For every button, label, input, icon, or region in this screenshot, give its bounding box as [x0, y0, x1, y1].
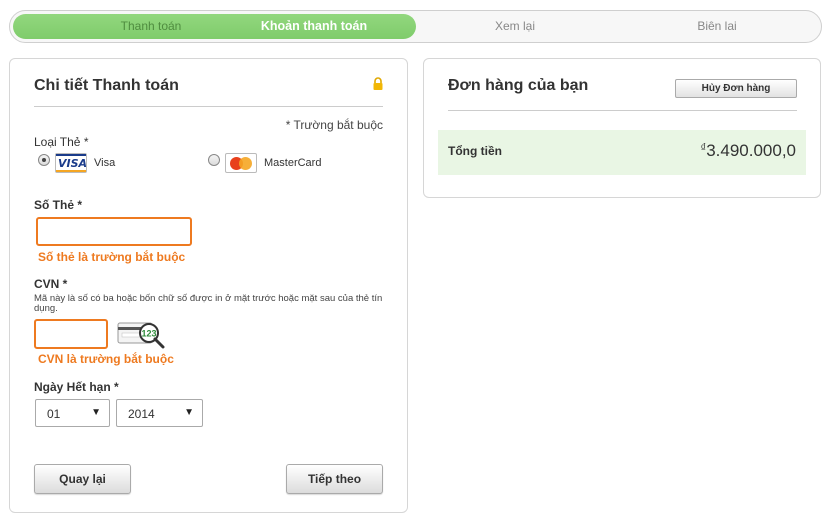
card-number-label: Số Thẻ *	[34, 198, 83, 212]
expiry-year-select[interactable]: 2014 ▼	[116, 399, 203, 427]
expiry-year-value: 2014	[128, 407, 155, 421]
cvn-label: CVN *	[34, 277, 68, 291]
payment-details-panel: Chi tiết Thanh toán * Trường bắt buộc Lo…	[9, 58, 408, 513]
order-summary-panel: Đơn hàng của bạn Hủy Đơn hàng Tổng tiền …	[423, 58, 821, 198]
cvn-error: CVN là trường bắt buộc	[38, 352, 174, 366]
lock-icon	[373, 77, 383, 90]
payment-details-title: Chi tiết Thanh toán	[34, 77, 179, 94]
next-button[interactable]: Tiếp theo	[286, 464, 383, 494]
visa-radio[interactable]	[38, 154, 50, 166]
card-number-error: Số thẻ là trường bắt buộc	[38, 250, 186, 264]
mastercard-logo	[225, 153, 257, 173]
cancel-order-button[interactable]: Hủy Đơn hàng	[675, 79, 797, 98]
order-divider	[448, 110, 797, 111]
card-number-input[interactable]	[36, 217, 192, 246]
expiry-month-select[interactable]: 01 ▼	[35, 399, 110, 427]
cvn-card-magnifier-icon: 123	[117, 322, 165, 349]
step-khoan-thanh-toan: Khoản thanh toán	[260, 19, 368, 33]
mastercard-radio[interactable]	[208, 154, 220, 166]
dropdown-arrow-icon: ▼	[184, 407, 194, 418]
checkout-stepper: Thanh toán Khoản thanh toán Xem lại Biên…	[9, 10, 822, 43]
visa-label[interactable]: Visa	[94, 157, 115, 169]
dropdown-arrow-icon: ▼	[91, 407, 101, 418]
total-label: Tổng tiền	[448, 144, 502, 158]
required-note: * Trường bắt buộc	[285, 118, 383, 132]
back-button[interactable]: Quay lại	[34, 464, 131, 494]
mastercard-label[interactable]: MasterCard	[264, 157, 321, 169]
total-amount: 3.490.000,0	[706, 141, 796, 160]
total-row: Tổng tiền ₫3.490.000,0	[438, 130, 806, 175]
title-divider	[34, 106, 383, 107]
expiry-month-value: 01	[47, 407, 61, 421]
cvn-hint: Mã này là số có ba hoặc bốn chữ số được …	[34, 293, 383, 314]
order-title: Đơn hàng của bạn	[448, 77, 589, 94]
step-bien-lai: Biên lai	[697, 19, 737, 33]
card-type-label: Loại Thẻ *	[34, 135, 89, 149]
cvn-icon-digits: 123	[141, 329, 156, 339]
step-xem-lai: Xem lại	[494, 19, 535, 33]
cvn-input[interactable]	[34, 319, 108, 349]
expiry-label: Ngày Hết hạn *	[34, 380, 119, 394]
total-value: ₫3.490.000,0	[701, 141, 796, 161]
visa-logo: VISA	[55, 153, 87, 173]
